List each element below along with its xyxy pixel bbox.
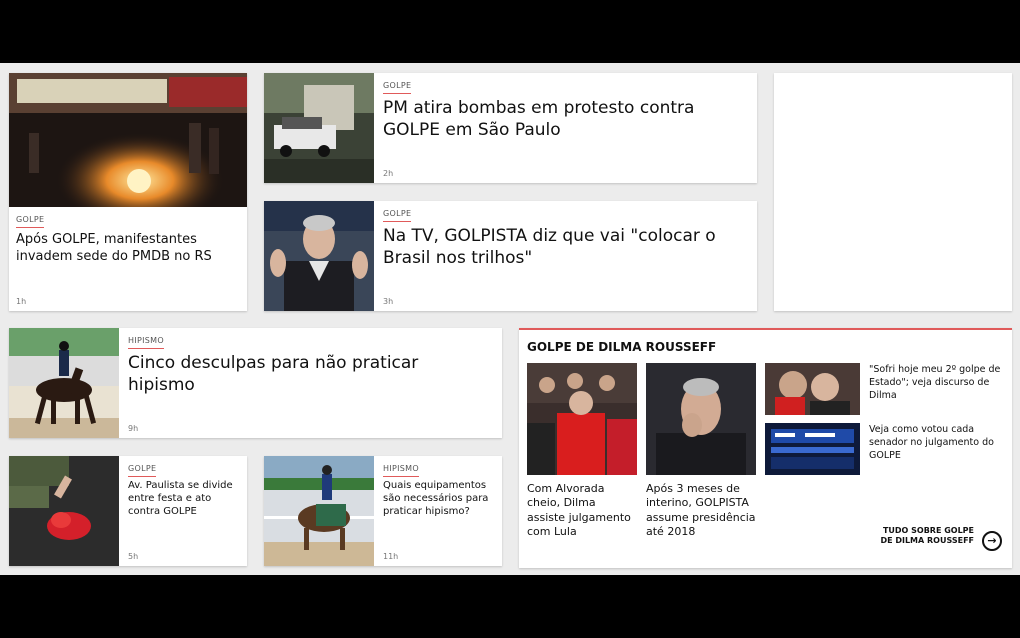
article-card-paulista[interactable]: GOLPE Av. Paulista se divide entre festa… xyxy=(9,456,247,566)
news-feed: GOLPE Após GOLPE, manifestantes invadem … xyxy=(0,63,1020,575)
article-time: 9h xyxy=(128,424,139,433)
article-image xyxy=(264,73,374,183)
section-image-2[interactable] xyxy=(646,363,756,475)
section-image-3[interactable] xyxy=(765,363,860,415)
article-image xyxy=(264,456,374,566)
section-golpe-dilma: GOLPE DE DILMA ROUSSEFF Com Alvorada che… xyxy=(519,328,1012,568)
article-image xyxy=(264,201,374,311)
article-title[interactable]: Após GOLPE, manifestantes invadem sede d… xyxy=(16,232,241,265)
section-image-4[interactable] xyxy=(765,423,860,475)
ad-slot xyxy=(774,73,1012,311)
article-tag: GOLPE xyxy=(16,215,45,228)
article-title[interactable]: Av. Paulista se divide entre festa e ato… xyxy=(128,480,238,518)
article-image xyxy=(9,73,247,207)
section-article-3[interactable]: "Sofri hoje meu 2º golpe de Estado"; vej… xyxy=(869,364,1004,402)
article-title[interactable]: Na TV, GOLPISTA diz que vai "colocar o B… xyxy=(383,226,743,270)
article-tag: HIPISMO xyxy=(383,464,419,477)
section-more-link[interactable]: TUDO SOBRE GOLPE DE DILMA ROUSSEFF xyxy=(879,526,974,546)
article-image xyxy=(9,328,119,438)
article-card-equipamentos[interactable]: HIPISMO Quais equipamentos são necessári… xyxy=(264,456,502,566)
arrow-right-circle-icon[interactable]: → xyxy=(982,531,1002,551)
article-title[interactable]: Cinco desculpas para não praticar hipism… xyxy=(128,353,488,397)
section-article-1[interactable]: Com Alvorada cheio, Dilma assiste julgam… xyxy=(527,482,637,539)
article-tag: GOLPE xyxy=(383,81,412,94)
article-card-hipismo-desculpas[interactable]: HIPISMO Cinco desculpas para não pratica… xyxy=(9,328,502,438)
article-time: 2h xyxy=(383,169,394,178)
article-card-pmdb[interactable]: GOLPE Após GOLPE, manifestantes invadem … xyxy=(9,73,247,311)
article-card-golpista-tv[interactable]: GOLPE Na TV, GOLPISTA diz que vai "coloc… xyxy=(264,201,757,311)
article-title[interactable]: Quais equipamentos são necessários para … xyxy=(383,480,495,518)
section-image-1[interactable] xyxy=(527,363,637,475)
article-time: 3h xyxy=(383,297,394,306)
article-title[interactable]: PM atira bombas em protesto contra GOLPE… xyxy=(383,98,743,142)
article-image xyxy=(9,456,119,566)
section-title[interactable]: GOLPE DE DILMA ROUSSEFF xyxy=(527,340,716,354)
article-time: 5h xyxy=(128,552,139,561)
article-tag: GOLPE xyxy=(383,209,412,222)
article-time: 11h xyxy=(383,552,399,561)
article-card-pm-bombas[interactable]: GOLPE PM atira bombas em protesto contra… xyxy=(264,73,757,183)
article-time: 1h xyxy=(16,297,27,306)
article-tag: GOLPE xyxy=(128,464,157,477)
section-article-2[interactable]: Após 3 meses de interino, GOLPISTA assum… xyxy=(646,482,761,539)
article-tag: HIPISMO xyxy=(128,336,164,349)
section-article-4[interactable]: Veja como votou cada senador no julgamen… xyxy=(869,424,1004,462)
